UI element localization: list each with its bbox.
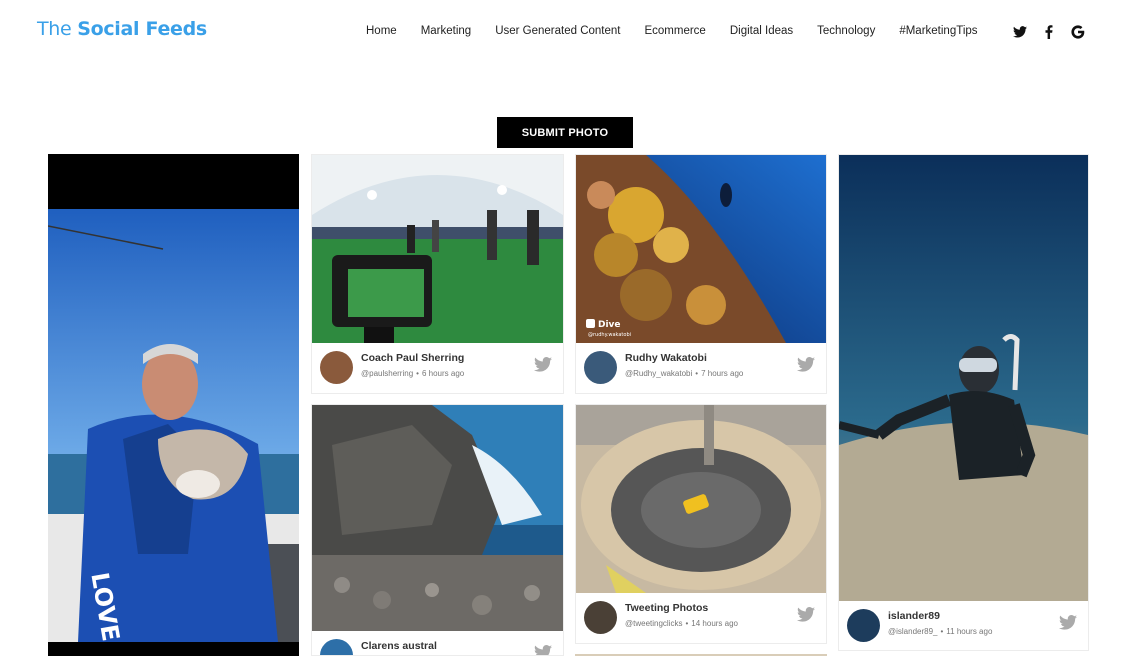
nav-home[interactable]: Home xyxy=(366,25,397,37)
post-footer: Clarens austral xyxy=(312,631,563,656)
post-handle[interactable]: @paulsherring xyxy=(361,369,413,378)
post-time: 14 hours ago xyxy=(691,619,738,628)
post-author[interactable]: Clarens austral xyxy=(361,640,437,652)
post-author[interactable]: Coach Paul Sherring xyxy=(361,352,464,364)
post-author[interactable]: Tweeting Photos xyxy=(625,602,708,614)
twitter-icon[interactable] xyxy=(1012,24,1028,40)
nav-marketing[interactable]: Marketing xyxy=(421,25,472,37)
twitter-icon[interactable] xyxy=(797,607,815,622)
avatar[interactable] xyxy=(584,601,617,634)
post-handle[interactable]: @Rudhy_wakatobi xyxy=(625,369,692,378)
twitter-icon[interactable] xyxy=(534,645,552,656)
post-time: 6 hours ago xyxy=(421,369,465,378)
post-photo-fisherman[interactable]: LOVE xyxy=(48,154,299,656)
google-icon[interactable] xyxy=(1070,24,1086,40)
logo-prefix: The xyxy=(37,18,72,40)
post-photo-freediver[interactable] xyxy=(839,155,1088,601)
post-footer: Rudhy Wakatobi @Rudhy_wakatobi • 7 hours a… xyxy=(576,343,826,393)
twitter-icon[interactable] xyxy=(797,357,815,372)
photo-watermark: Dive xyxy=(598,320,621,330)
post-meta: @islander89_ • 11 hours ago xyxy=(888,627,993,636)
post-meta: @paulsherring • 6 hours ago xyxy=(361,369,465,378)
logo-name: Social Feeds xyxy=(77,18,207,40)
twitter-icon[interactable] xyxy=(1059,615,1077,630)
post-photo-rocky-shore[interactable] xyxy=(312,405,563,631)
nav-digital-ideas[interactable]: Digital Ideas xyxy=(730,25,793,37)
post-photo-street-fisheye[interactable] xyxy=(576,405,826,593)
feed-card-fisherman[interactable]: LOVE xyxy=(48,154,299,656)
feed-card-coach[interactable]: Coach Paul Sherring @paulsherring • 6 hour… xyxy=(311,154,564,394)
post-photo-soccer-dome[interactable] xyxy=(312,155,563,343)
post-footer: Tweeting Photos @tweetingclicks • 14 hours… xyxy=(576,593,826,643)
photo-watermark-handle: @rudhy.wakatobi xyxy=(588,332,631,338)
post-time: 7 hours ago xyxy=(701,369,744,378)
post-footer: Coach Paul Sherring @paulsherring • 6 hour… xyxy=(312,343,563,393)
feed-card-islander[interactable]: islander89 @islander89_ • 11 hours ago xyxy=(838,154,1089,651)
post-author[interactable]: Rudhy Wakatobi xyxy=(625,352,707,364)
nav-ecommerce[interactable]: Ecommerce xyxy=(644,25,705,37)
post-handle[interactable]: @islander89_ xyxy=(888,627,937,636)
nav-technology[interactable]: Technology xyxy=(817,25,875,37)
post-photo-coral-reef[interactable]: Dive @rudhy.wakatobi xyxy=(576,155,826,343)
post-meta: @tweetingclicks • 14 hours ago xyxy=(625,619,738,628)
post-meta: @Rudhy_wakatobi • 7 hours ago xyxy=(625,369,744,378)
post-time: 11 hours ago xyxy=(946,627,993,636)
nav-user-generated-content[interactable]: User Generated Content xyxy=(495,25,620,37)
avatar[interactable] xyxy=(584,351,617,384)
main-nav: Home Marketing User Generated Content Ec… xyxy=(366,25,1002,37)
social-links xyxy=(1012,24,1099,40)
feed-card-clarens[interactable]: Clarens austral xyxy=(311,404,564,656)
avatar[interactable] xyxy=(847,609,880,642)
feed-card-tweeting-photos[interactable]: Tweeting Photos @tweetingclicks • 14 hours… xyxy=(575,404,827,644)
site-logo[interactable]: The Social Feeds xyxy=(37,18,207,40)
post-handle[interactable]: @tweetingclicks xyxy=(625,619,682,628)
nav-marketing-tips[interactable]: #MarketingTips xyxy=(899,25,977,37)
avatar[interactable] xyxy=(320,639,353,655)
avatar[interactable] xyxy=(320,351,353,384)
post-footer: islander89 @islander89_ • 11 hours ago xyxy=(839,601,1088,650)
twitter-icon[interactable] xyxy=(534,357,552,372)
feed-card-rudhy[interactable]: Dive @rudhy.wakatobi Rudhy Wakatobi @Rud… xyxy=(575,154,827,394)
submit-photo-button[interactable]: SUBMIT PHOTO xyxy=(497,117,633,148)
facebook-icon[interactable] xyxy=(1041,24,1057,40)
post-author[interactable]: islander89 xyxy=(888,610,940,622)
